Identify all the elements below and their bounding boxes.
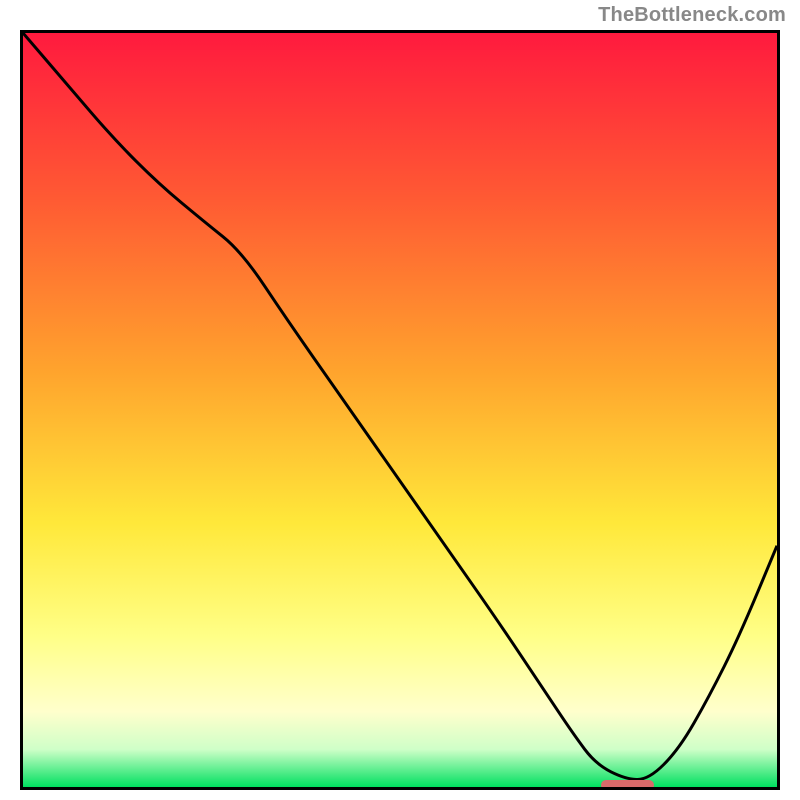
chart-frame: TheBottleneck.com xyxy=(0,0,800,800)
plot-area xyxy=(20,30,780,790)
plot-svg xyxy=(23,33,777,787)
watermark-text: TheBottleneck.com xyxy=(598,4,786,27)
optimal-marker xyxy=(601,780,654,790)
gradient-fill xyxy=(23,33,777,787)
